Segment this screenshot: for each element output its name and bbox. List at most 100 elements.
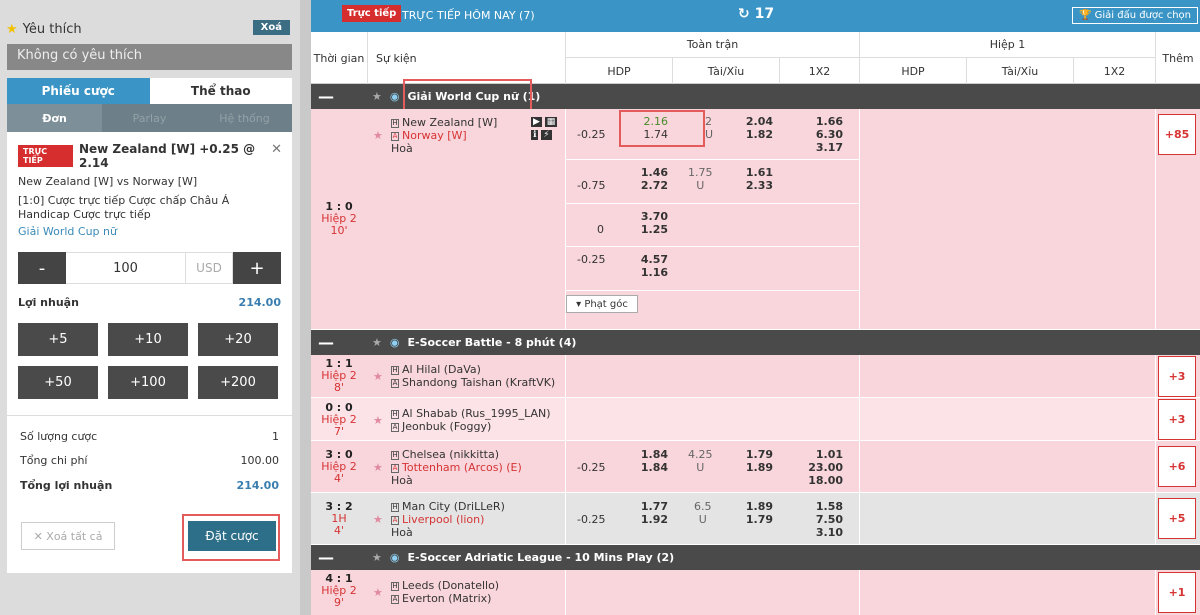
odds-cell[interactable]: 1.58 7.50 3.10 xyxy=(805,500,843,539)
tab-sports[interactable]: Thể thao xyxy=(149,78,292,104)
page-title: TRỰC TIẾP HÔM NAY (7) xyxy=(402,9,535,22)
ou-line: 2U xyxy=(705,115,714,141)
stake-stepper: - 100 USD + xyxy=(18,252,281,284)
header-ou: Tài/Xỉu xyxy=(672,58,779,84)
more-markets-button[interactable]: +85 xyxy=(1158,114,1196,155)
odds-table: Trực tiếp TRỰC TIẾP HÔM NAY (7) ↻ 17 🏆 G… xyxy=(311,0,1200,615)
collapse-icon[interactable]: — xyxy=(311,87,341,106)
more-markets-button[interactable]: +3 xyxy=(1158,399,1196,440)
star-icon[interactable]: ★ xyxy=(373,586,383,599)
odds-cell[interactable]: 1.66 6.30 3.17 xyxy=(811,115,843,154)
match-row: 1 : 1 Hiệp 2 8' ★ H Al Hilal (DaVa) A Shandon… xyxy=(311,355,1200,398)
highlight-box xyxy=(619,110,705,147)
stake-plus-button[interactable]: + xyxy=(233,252,281,284)
odds-cell[interactable]: 1.89 1.79 xyxy=(741,500,773,526)
match-row: 4 : 1 Hiệp 2 9' ★ H Leeds (Donatello) A Evert… xyxy=(311,570,1200,615)
place-bet-button[interactable]: Đặt cược xyxy=(188,521,276,551)
star-icon[interactable]: ★ xyxy=(373,513,383,526)
tab-bet-slip[interactable]: Phiếu cược xyxy=(7,78,150,104)
home-icon: H xyxy=(391,119,399,128)
clear-all-button[interactable]: ✕ Xoá tất cả xyxy=(21,522,115,550)
lightning-icon[interactable]: ⚡ xyxy=(541,130,552,140)
globe-icon: ◉ xyxy=(389,551,400,564)
bet-item: TRỰC TIẾP New Zealand [W] +0.25 @ 2.14 ✕… xyxy=(7,132,292,238)
clear-favorites-button[interactable]: Xoá xyxy=(252,20,290,35)
odds-cell[interactable]: 1.61 2.33 xyxy=(741,166,773,192)
quick-amount-button[interactable]: +100 xyxy=(108,366,188,399)
ou-line: 6.5 U xyxy=(694,500,712,526)
odds-cell[interactable]: 3.70 1.25 xyxy=(636,210,668,236)
betslip-sidebar: ★ Yêu thích Xoá Không có yêu thích Phiếu… xyxy=(0,0,300,615)
quick-amount-button[interactable]: +5 xyxy=(18,323,98,356)
odds-cell[interactable]: 1.79 1.89 xyxy=(741,448,773,474)
header-hdp: HDP xyxy=(565,58,672,84)
star-icon[interactable]: ★ xyxy=(373,414,383,427)
subtab-parlay[interactable]: Parlay xyxy=(102,104,197,132)
profit-row: Lợi nhuận 214.00 xyxy=(18,296,281,309)
league-name: E-Soccer Adriatic League - 10 Mins Play … xyxy=(407,551,675,564)
star-icon[interactable]: ★ xyxy=(373,129,383,142)
live-tab-badge[interactable]: Trực tiếp xyxy=(342,5,402,22)
stats-icon[interactable]: ▦ xyxy=(544,117,558,127)
more-markets-button[interactable]: +1 xyxy=(1158,572,1196,613)
bet-summary: Số lượng cược 1 Tổng chi phí 100.00 Tổng l… xyxy=(7,415,292,492)
hdp-value: -0.25 xyxy=(577,461,606,474)
away-team: Norway [W] xyxy=(402,129,467,142)
odds-cell[interactable]: 1.01 23.00 18.00 xyxy=(805,448,843,487)
star-icon[interactable]: ★ xyxy=(372,551,382,564)
subtab-system[interactable]: Hệ thống xyxy=(197,104,292,132)
live-badge: TRỰC TIẾP xyxy=(18,145,73,167)
refresh-icon: ↻ xyxy=(738,6,750,22)
selected-leagues-button[interactable]: 🏆 Giải đấu được chọn xyxy=(1071,7,1198,24)
league-header[interactable]: — ★ ◉ E-Soccer Adriatic League - 10 Mins… xyxy=(311,545,1200,570)
chevron-down-icon: ▾ xyxy=(576,298,585,310)
odds-cell[interactable]: 1.46 2.72 xyxy=(636,166,668,192)
stake-input[interactable]: 100 xyxy=(66,252,185,284)
corner-toggle-button[interactable]: ▾ Phạt góc xyxy=(566,295,638,313)
refresh-button[interactable]: ↻ 17 xyxy=(738,6,774,22)
quick-amount-button[interactable]: +50 xyxy=(18,366,98,399)
more-markets-button[interactable]: +3 xyxy=(1158,356,1196,397)
highlight-box xyxy=(403,79,532,112)
bet-slip: Phiếu cược Thể thao Đơn Parlay Hệ thống … xyxy=(7,78,292,573)
star-icon[interactable]: ★ xyxy=(373,370,383,383)
header-hdp-h1: HDP xyxy=(859,58,966,84)
close-icon[interactable]: ✕ xyxy=(271,142,282,157)
league-header[interactable]: — ★ ◉ E-Soccer Battle - 8 phút (4) xyxy=(311,330,1200,355)
hdp-value: -0.75 xyxy=(577,179,606,192)
divider xyxy=(1155,109,1156,330)
collapse-icon[interactable]: — xyxy=(311,548,341,567)
star-icon[interactable]: ★ xyxy=(372,336,382,349)
header-1x2-h1: 1X2 xyxy=(1073,58,1155,84)
star-icon[interactable]: ★ xyxy=(372,90,382,103)
more-markets-button[interactable]: +5 xyxy=(1158,498,1196,539)
match-time: 1 : 0 Hiệp 2 10' xyxy=(311,201,367,237)
quick-amount-button[interactable]: +20 xyxy=(198,323,278,356)
corner-label: Phạt góc xyxy=(584,298,628,310)
odds-cell[interactable]: 4.57 1.16 xyxy=(636,253,668,279)
total-profit-value: 214.00 xyxy=(236,479,279,492)
star-icon[interactable]: ★ xyxy=(373,461,383,474)
ou-line: 1.75 U xyxy=(688,166,713,192)
header-full-match: Toàn trận xyxy=(565,32,859,58)
quick-amount-button[interactable]: +200 xyxy=(198,366,278,399)
header-first-half: Hiệp 1 xyxy=(859,32,1155,58)
odds-cell[interactable]: 1.84 1.84 xyxy=(636,448,668,474)
stats-icon[interactable]: ℹ xyxy=(531,130,539,140)
quick-amount-button[interactable]: +10 xyxy=(108,323,188,356)
header-more: Thêm xyxy=(1155,32,1200,84)
collapse-icon[interactable]: — xyxy=(311,333,341,352)
stake-minus-button[interactable]: - xyxy=(18,252,66,284)
league-name: E-Soccer Battle - 8 phút (4) xyxy=(407,336,577,349)
match-teams: H Al Hilal (DaVa) A Shandong Taishan (Kraft… xyxy=(391,363,556,389)
odds-cell[interactable]: 1.77 1.92 xyxy=(636,500,668,526)
bet-league-link[interactable]: Giải World Cup nữ xyxy=(18,225,281,238)
header-1x2: 1X2 xyxy=(779,58,859,84)
star-icon: ★ xyxy=(6,21,18,37)
more-markets-button[interactable]: +6 xyxy=(1158,446,1196,487)
bet-match: New Zealand [W] vs Norway [W] xyxy=(18,175,198,188)
video-icon[interactable]: ▶ xyxy=(531,117,542,127)
subtab-single[interactable]: Đơn xyxy=(7,104,102,132)
trophy-icon: 🏆 xyxy=(1078,10,1092,21)
odds-cell[interactable]: 2.04 1.82 xyxy=(741,115,773,141)
